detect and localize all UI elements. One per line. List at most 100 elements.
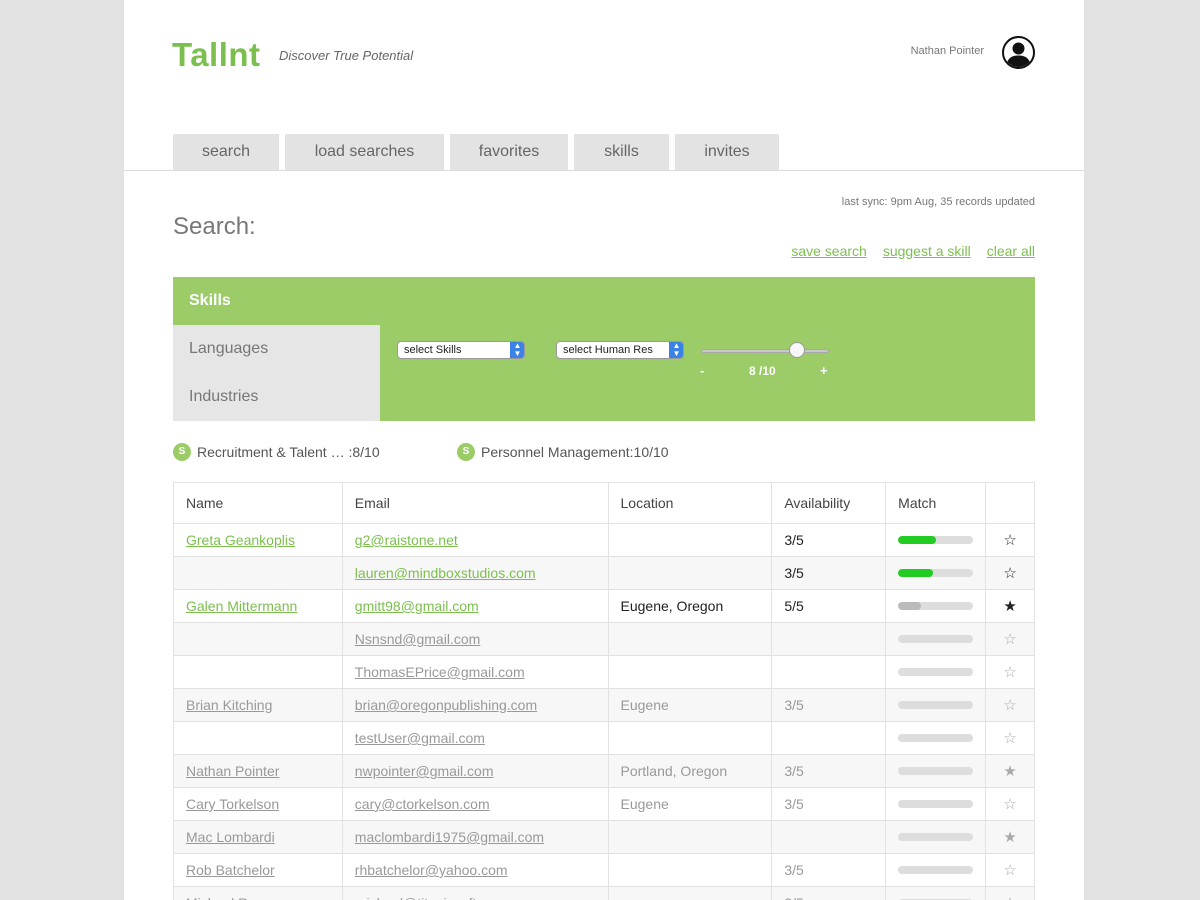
candidate-name-link[interactable]: Greta Geankoplis — [186, 532, 295, 548]
table-row[interactable]: testUser@gmail.com ☆ — [173, 721, 1035, 755]
cell-name — [173, 622, 343, 656]
cell-match — [885, 688, 987, 722]
skill-chip-label: Recruitment & Talent … :8/10 — [197, 444, 380, 460]
column-header-match[interactable]: Match — [885, 482, 987, 524]
cell-name — [173, 556, 343, 590]
match-bar — [898, 833, 974, 841]
favorite-star-icon[interactable]: ☆ — [1003, 895, 1016, 900]
column-header-name[interactable]: Name — [173, 482, 343, 524]
favorite-star-icon[interactable]: ☆ — [1003, 862, 1016, 879]
clear-all-link[interactable]: clear all — [987, 243, 1035, 259]
save-search-link[interactable]: save search — [791, 243, 866, 259]
favorite-star-icon[interactable]: ☆ — [1003, 532, 1016, 549]
cell-availability — [771, 721, 887, 755]
table-row[interactable]: Nsnsnd@gmail.com ☆ — [173, 622, 1035, 656]
skill-chip[interactable]: S Recruitment & Talent … :8/10 — [173, 443, 380, 461]
candidate-email-link[interactable]: lauren@mindboxstudios.com — [355, 565, 536, 581]
suggest-skill-link[interactable]: suggest a skill — [883, 243, 971, 259]
filter-tab-industries[interactable]: Industries — [173, 373, 380, 421]
favorite-star-icon[interactable]: ☆ — [1003, 631, 1016, 648]
cell-location — [607, 886, 773, 900]
candidate-email-link[interactable]: ThomasEPrice@gmail.com — [355, 664, 525, 680]
skill-level-slider-track[interactable] — [701, 349, 829, 353]
cell-email: g2@raistone.net — [341, 523, 609, 557]
favorite-star-icon[interactable]: ☆ — [1003, 730, 1016, 747]
table-row[interactable]: Brian Kitching brian@oregonpublishing.com… — [173, 688, 1035, 722]
table-row[interactable]: Rob Batchelor rhbatchelor@yahoo.com 3/5 ☆ — [173, 853, 1035, 887]
candidate-email-link[interactable]: nwpointer@gmail.com — [355, 763, 494, 779]
avatar-icon[interactable] — [1002, 36, 1035, 69]
tab-skills[interactable]: skills — [574, 134, 669, 171]
skills-select[interactable]: select Skills ▲ ▼ — [397, 341, 525, 359]
cell-location: Eugene — [607, 787, 773, 821]
column-header-email[interactable]: Email — [341, 482, 609, 524]
table-row[interactable]: Michael Rose michael@titanicsoft.com 3/5 ☆ — [173, 886, 1035, 900]
candidate-email-link[interactable]: testUser@gmail.com — [355, 730, 485, 746]
column-header-location[interactable]: Location — [607, 482, 773, 524]
cell-favorite: ☆ — [985, 787, 1035, 821]
candidate-name-link[interactable]: Cary Torkelson — [186, 796, 279, 812]
table-row[interactable]: lauren@mindboxstudios.com 3/5 ☆ — [173, 556, 1035, 590]
favorite-star-icon[interactable]: ★ — [1003, 829, 1016, 846]
skill-chip[interactable]: S Personnel Management:10/10 — [457, 443, 669, 461]
cell-availability: 3/5 — [771, 787, 887, 821]
candidate-email-link[interactable]: cary@ctorkelson.com — [355, 796, 490, 812]
cell-name — [173, 721, 343, 755]
slider-decrease-button[interactable]: - — [700, 363, 704, 378]
column-header-availability[interactable]: Availability — [771, 482, 887, 524]
skill-level-slider-thumb[interactable] — [789, 342, 805, 358]
filter-tab-languages[interactable]: Languages — [173, 325, 380, 373]
cell-favorite: ★ — [985, 589, 1035, 623]
candidate-email-link[interactable]: Nsnsnd@gmail.com — [355, 631, 480, 647]
cell-name: Michael Rose — [173, 886, 343, 900]
candidate-name-link[interactable]: Mac Lombardi — [186, 829, 275, 845]
cell-availability: 3/5 — [771, 523, 887, 557]
candidate-email-link[interactable]: rhbatchelor@yahoo.com — [355, 862, 508, 878]
cell-location — [607, 556, 773, 590]
match-bar — [898, 569, 974, 577]
skill-badge-icon: S — [457, 443, 475, 461]
candidate-name-link[interactable]: Galen Mittermann — [186, 598, 297, 614]
cell-availability: 5/5 — [771, 589, 887, 623]
candidate-email-link[interactable]: gmitt98@gmail.com — [355, 598, 479, 614]
table-row[interactable]: Nathan Pointer nwpointer@gmail.com Portlan… — [173, 754, 1035, 788]
favorite-star-icon[interactable]: ☆ — [1003, 565, 1016, 582]
tab-load-searches[interactable]: load searches — [285, 134, 444, 171]
favorite-star-icon[interactable]: ☆ — [1003, 697, 1016, 714]
tab-search[interactable]: search — [173, 134, 279, 171]
cell-availability — [771, 655, 887, 689]
slider-increase-button[interactable]: + — [820, 363, 828, 378]
cell-location — [607, 721, 773, 755]
skills-select-value: select Skills — [404, 344, 462, 356]
favorite-star-icon[interactable]: ★ — [1003, 598, 1016, 615]
cell-name: Greta Geankoplis — [173, 523, 343, 557]
table-row[interactable]: Cary Torkelson cary@ctorkelson.com Eugene 3… — [173, 787, 1035, 821]
human-resources-select[interactable]: select Human Res ▲ ▼ — [556, 341, 684, 359]
favorite-star-icon[interactable]: ★ — [1003, 763, 1016, 780]
cell-location — [607, 655, 773, 689]
candidate-name-link[interactable]: Brian Kitching — [186, 697, 272, 713]
table-row[interactable]: Mac Lombardi maclombardi1975@gmail.com ★ — [173, 820, 1035, 854]
user-name[interactable]: Nathan Pointer — [911, 45, 984, 57]
candidate-email-link[interactable]: michael@titanicsoft.com — [355, 895, 507, 900]
tagline: Discover True Potential — [279, 48, 414, 63]
candidate-name-link[interactable]: Michael Rose — [186, 895, 271, 900]
table-row[interactable]: Galen Mittermann gmitt98@gmail.com Eugene,… — [173, 589, 1035, 623]
table-row[interactable]: ThomasEPrice@gmail.com ☆ — [173, 655, 1035, 689]
brand-logo[interactable]: Tallnt — [172, 36, 261, 74]
favorite-star-icon[interactable]: ☆ — [1003, 664, 1016, 681]
candidate-email-link[interactable]: brian@oregonpublishing.com — [355, 697, 537, 713]
tab-invites[interactable]: invites — [675, 134, 779, 171]
candidate-name-link[interactable]: Nathan Pointer — [186, 763, 279, 779]
candidate-name-link[interactable]: Rob Batchelor — [186, 862, 275, 878]
tab-favorites[interactable]: favorites — [450, 134, 568, 171]
candidate-email-link[interactable]: g2@raistone.net — [355, 532, 458, 548]
cell-name: Brian Kitching — [173, 688, 343, 722]
cell-email: rhbatchelor@yahoo.com — [341, 853, 609, 887]
filter-tab-skills[interactable]: Skills — [173, 277, 380, 325]
table-row[interactable]: Greta Geankoplis g2@raistone.net 3/5 ☆ — [173, 523, 1035, 557]
candidate-email-link[interactable]: maclombardi1975@gmail.com — [355, 829, 544, 845]
cell-match — [885, 886, 987, 900]
favorite-star-icon[interactable]: ☆ — [1003, 796, 1016, 813]
cell-favorite: ☆ — [985, 721, 1035, 755]
